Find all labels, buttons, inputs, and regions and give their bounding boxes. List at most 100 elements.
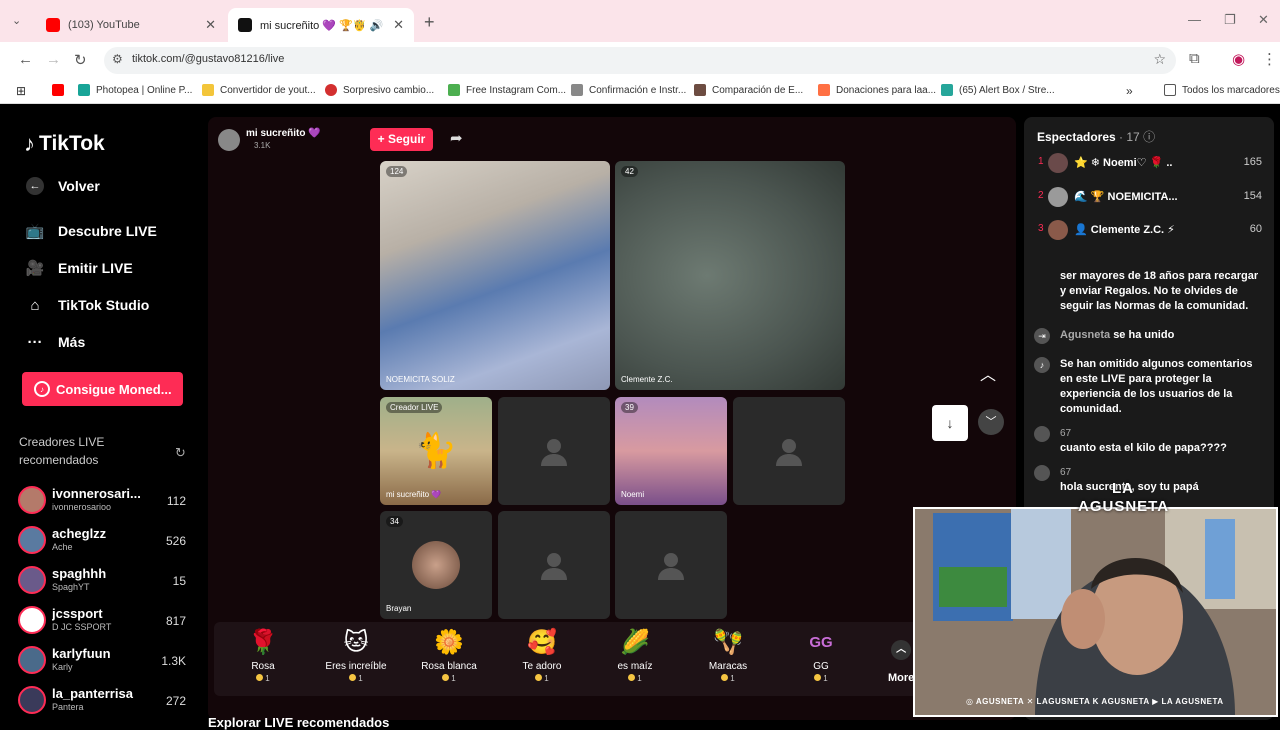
profile-icon[interactable]: ◉ [1232, 50, 1245, 68]
more-gifts-button[interactable]: ︿ More [888, 640, 914, 684]
viewer-row[interactable]: 3 👤 Clemente Z.C. ⚡ 60 [1038, 218, 1270, 242]
bookmark-star-icon[interactable]: ☆ [1153, 51, 1166, 68]
bookmark-item[interactable]: Sorpresivo cambio... [325, 84, 434, 96]
extensions-icon[interactable]: ⧉ [1189, 50, 1200, 67]
address-bar[interactable]: ⚙ tiktok.com/@gustavo81216/live ☆ [104, 47, 1176, 74]
creator-item[interactable]: acheglzz Ache 526 [18, 524, 190, 560]
back-arrow-icon[interactable]: ← [18, 51, 33, 68]
bookmarks-overflow-icon[interactable]: » [1126, 84, 1133, 98]
minimize-icon[interactable]: — [1188, 12, 1201, 27]
empty-seat[interactable] [733, 397, 845, 505]
tab-close-icon[interactable]: ✕ [205, 17, 216, 33]
tiktok-logo[interactable]: ♪ TikTok [24, 131, 105, 157]
viewer-badge: 124 [386, 166, 408, 177]
viewers-header: Espectadores · 17 ⓘ [1037, 128, 1155, 145]
tiktok-note-icon: ♪ [24, 131, 35, 156]
viewer-count: 15 [172, 574, 186, 588]
creator-item[interactable]: spaghhh SpaghYT 15 [18, 564, 190, 600]
gift-rosa-blanca[interactable]: 🌼 Rosa blanca 1 [404, 628, 494, 683]
bookmark-item[interactable]: Donaciones para laa... [818, 84, 936, 96]
nav-more[interactable]: ··· Más [24, 331, 86, 353]
restore-icon[interactable]: ❐ [1224, 12, 1236, 28]
gift-rosa[interactable]: 🌹 Rosa 1 [218, 628, 308, 683]
viewer-score: 165 [1243, 156, 1262, 168]
creator-item[interactable]: ivonnerosari... ivonnerosarioo 112 [18, 484, 190, 520]
menu-kebab-icon[interactable]: ⋮ [1262, 50, 1277, 68]
chat-user[interactable]: 67 [1060, 426, 1264, 441]
bookmark-item[interactable]: Photopea | Online P... [78, 84, 192, 96]
creator-item[interactable]: jcssport D JC SSPORT 817 [18, 604, 190, 640]
reload-icon[interactable]: ↻ [74, 51, 87, 69]
creator-item[interactable]: la_panterrisa Pantera 272 [18, 684, 190, 720]
tab-search-chevron-icon[interactable]: ⌄ [12, 14, 21, 27]
creator-item[interactable]: karlyfuun Karly 1.3K [18, 644, 190, 680]
nav-label: TikTok Studio [58, 297, 150, 313]
viewer-badge: 42 [621, 166, 638, 177]
guest-tile-1[interactable]: 124 NOEMICITA SOLIZ [380, 161, 610, 390]
guest-tile-3[interactable]: 39 Noemi [615, 397, 727, 505]
viewer-row[interactable]: 2 🌊 🏆 NOEMICITA... 154 [1038, 185, 1270, 209]
nav-tiktok-studio[interactable]: ⌂ TikTok Studio [24, 294, 149, 316]
bookmark-youtube[interactable] [52, 84, 70, 96]
empty-seat[interactable] [615, 511, 727, 619]
section-heading: Explorar LIVE recomendados [208, 715, 390, 730]
host-avatar[interactable] [218, 129, 240, 151]
empty-seat-icon [541, 553, 567, 580]
link-icon [571, 84, 583, 96]
chat-user[interactable]: 67 [1060, 465, 1264, 480]
viewer-row[interactable]: 1 ⭐ ❄ Noemi♡ 🌹 .. 165 [1038, 151, 1270, 175]
follow-button[interactable]: + Seguir [370, 128, 433, 151]
apps-grid-icon[interactable]: ⊞ [16, 84, 26, 98]
gift-te-adoro[interactable]: 🥰 Te adoro 1 [497, 628, 587, 683]
creator-handle: D JC SSPORT [52, 622, 112, 632]
share-icon[interactable]: ➦ [450, 129, 463, 147]
new-tab-button[interactable]: + [424, 12, 435, 33]
nav-discover-live[interactable]: 📺 Descubre LIVE [24, 220, 157, 242]
empty-seat[interactable] [498, 397, 610, 505]
chat-user[interactable]: Agusneta [1060, 329, 1110, 341]
viewer-score: 154 [1243, 190, 1262, 202]
tab-tiktok-live[interactable]: mi sucreñito 💜 🏆🤴 🔊 ✕ [228, 8, 414, 42]
site-info-icon[interactable]: ⚙ [112, 52, 123, 66]
scroll-down-button[interactable]: ↓ [932, 405, 968, 441]
host-name[interactable]: mi sucreñito 💜 [246, 128, 321, 139]
webcam-overlay [913, 507, 1278, 717]
browser-toolbar: ← → ↻ ⚙ tiktok.com/@gustavo81216/live ☆ … [0, 42, 1280, 78]
coin-icon [628, 674, 636, 681]
bookmark-item[interactable]: Convertidor de yout... [202, 84, 316, 96]
close-window-icon[interactable]: ✕ [1258, 12, 1269, 28]
gift-eres-increible[interactable]: 🐱 Eres increíble 1 [311, 628, 401, 683]
tab-youtube[interactable]: (103) YouTube ✕ [36, 8, 226, 42]
gift-es-maiz[interactable]: 🌽 es maíz 1 [590, 628, 680, 683]
tab-close-icon[interactable]: ✕ [393, 17, 404, 33]
gift-name: GG [813, 661, 829, 672]
chevron-down-icon[interactable]: ﹀ [978, 409, 1004, 435]
refresh-icon[interactable]: ↻ [175, 445, 186, 461]
gift-cost: 1 [218, 674, 308, 683]
gift-gg[interactable]: GG GG 1 [776, 628, 866, 683]
bookmark-item[interactable]: Comparación de E... [694, 84, 803, 96]
all-bookmarks[interactable]: Todos los marcadores [1164, 84, 1280, 96]
empty-seat[interactable] [498, 511, 610, 619]
bookmark-item[interactable]: Free Instagram Com... [448, 84, 566, 96]
bookmark-item[interactable]: (65) Alert Box / Stre... [941, 84, 1055, 96]
host-tile[interactable]: Creador LIVE 🐈 mi sucreñito 💜 [380, 397, 492, 505]
bookmark-label: Free Instagram Com... [466, 84, 567, 96]
chat-system: ♪ Se han omitido algunos comentarios en … [1034, 357, 1264, 417]
guest-tile-2[interactable]: 42 Clemente Z.C. [615, 161, 845, 390]
avatar [18, 486, 46, 514]
rose-icon: 🌹 [248, 629, 278, 656]
bookmark-item[interactable]: Confirmación e Instr... [571, 84, 686, 96]
forward-arrow-icon[interactable]: → [46, 51, 61, 68]
news-icon [325, 84, 337, 96]
guest-tile-4[interactable]: 34 Brayan [380, 511, 492, 619]
back-link[interactable]: ← Volver [26, 177, 100, 195]
gift-maracas[interactable]: 🪇 Maracas 1 [683, 628, 773, 683]
chevron-up-icon[interactable]: ︿ [980, 361, 996, 385]
nav-go-live[interactable]: 🎥 Emitir LIVE [24, 257, 133, 279]
viewer-count: 112 [166, 494, 186, 508]
get-coins-button[interactable]: ♪ Consigue Moned... [22, 372, 183, 406]
viewer-name: ⭐ ❄ Noemi♡ 🌹 .. [1074, 157, 1173, 169]
help-icon[interactable]: ⓘ [1143, 130, 1155, 144]
bookmark-label: Todos los marcadores [1182, 84, 1280, 96]
